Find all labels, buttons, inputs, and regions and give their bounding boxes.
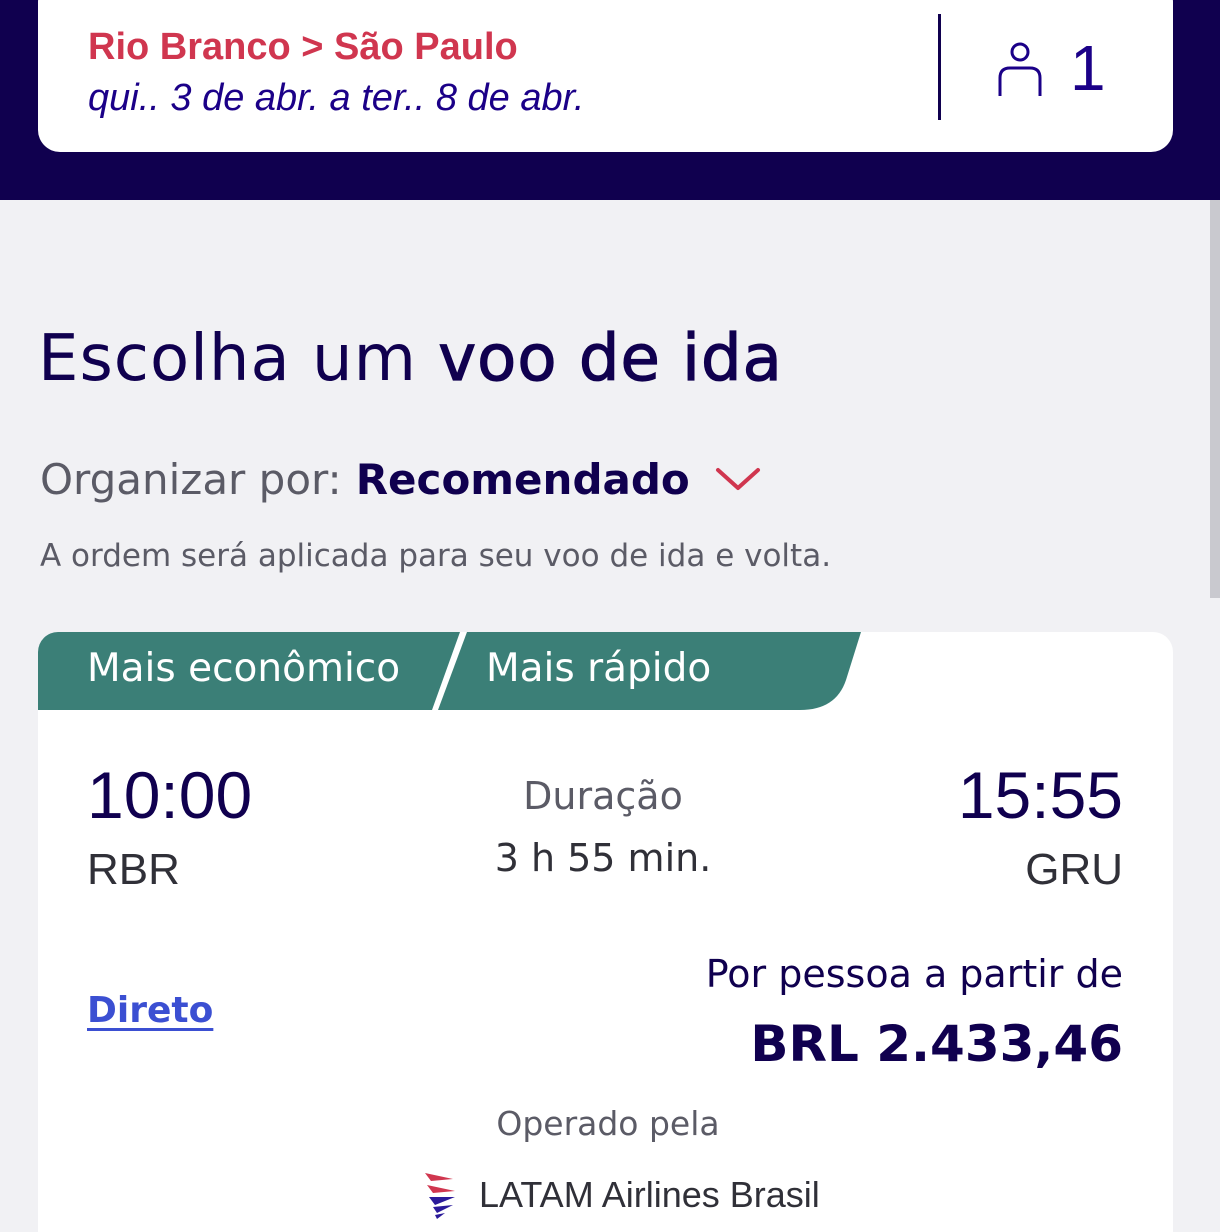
route-text: Rio Branco > São Paulo [88, 26, 518, 68]
price-label: Por pessoa a partir de [705, 952, 1123, 996]
duration-value: 3 h 55 min. [494, 836, 712, 880]
latam-logo-icon [425, 1173, 455, 1219]
sort-selector[interactable]: Organizar por: Recomendado [40, 451, 762, 507]
passenger-count: 1 [1070, 32, 1106, 104]
sort-value[interactable]: Recomendado [356, 455, 690, 504]
departure-airport: RBR [87, 845, 180, 894]
operator-row: LATAM Airlines Brasil [423, 1168, 820, 1222]
arrival-time: 15:55 [957, 758, 1123, 832]
badge-cheapest: Mais econômico [87, 646, 401, 691]
scrollbar-thumb[interactable] [1210, 200, 1220, 598]
search-summary-card[interactable]: Rio Branco > São Paulo qui.. 3 de abr. a… [38, 0, 1173, 152]
page-title-light: Escolha um [38, 322, 439, 396]
operated-by-label: Operado pela [496, 1104, 720, 1143]
departure-time: 10:00 [87, 758, 253, 832]
arrival-airport: GRU [1025, 845, 1123, 894]
person-icon [998, 42, 1042, 96]
operator-name: LATAM Airlines Brasil [479, 1174, 820, 1215]
card-divider [938, 14, 941, 120]
price-value: BRL 2.433,46 [750, 1015, 1123, 1073]
page-title-strong: voo de ida [438, 321, 783, 396]
stops-link[interactable]: Direto [87, 990, 213, 1031]
sort-note: A ordem será aplicada para seu voo de id… [40, 538, 832, 574]
duration-label: Duração [523, 774, 683, 818]
sort-label: Organizar por: [40, 454, 342, 504]
travel-dates: qui.. 3 de abr. a ter.. 8 de abr. [88, 77, 585, 119]
badge-fastest: Mais rápido [486, 646, 712, 691]
chevron-down-icon[interactable] [714, 464, 762, 494]
page-title: Escolha um voo de ida [38, 321, 783, 396]
flight-card[interactable]: Mais econômico Mais rápido 10:00 RBR Dur… [38, 632, 1173, 1232]
